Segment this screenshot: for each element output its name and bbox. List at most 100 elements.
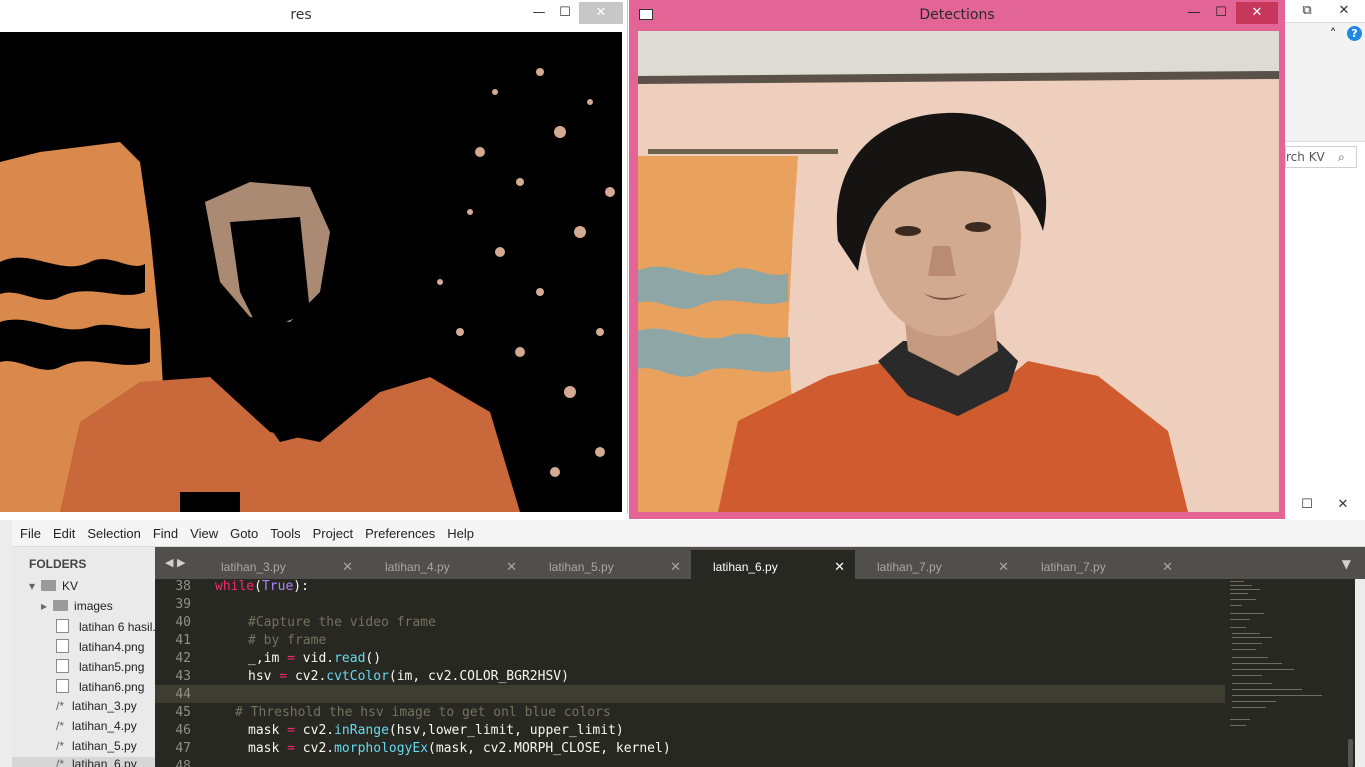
tab-latihan-6-active[interactable]: latihan_6.py ✕ [691, 550, 855, 579]
lower-maximize-button[interactable]: ☐ [1295, 494, 1319, 516]
code-text: mask [248, 723, 288, 738]
tab-latihan-4[interactable]: latihan_4.py ✕ [363, 550, 527, 579]
explorer-restore-button[interactable]: ⧉ [1297, 0, 1317, 22]
code-line-40: #Capture the video frame [248, 615, 436, 630]
code-line-45: # Threshold the hsv image to get onl blu… [235, 705, 611, 720]
res-window-title: res [290, 7, 312, 23]
line-number: 43 [175, 669, 191, 684]
python-file-icon: /* [56, 699, 65, 713]
folder-images[interactable]: ▸ images [41, 599, 113, 613]
file-item[interactable]: /* latihan_5.py [56, 739, 137, 753]
menu-file[interactable]: File [12, 520, 47, 548]
line-number: 48 [175, 759, 191, 767]
tab-nav-arrows-icon[interactable]: ◀ ▶ [165, 556, 185, 569]
tab-close-icon[interactable]: ✕ [834, 559, 845, 575]
file-label: latihan6.png [79, 680, 145, 694]
search-icon[interactable]: ⌕ [1338, 147, 1345, 167]
menu-find[interactable]: Find [147, 520, 184, 548]
code-text: vid. [294, 651, 335, 666]
file-label: latihan_6.py [72, 757, 137, 767]
res-maximize-button[interactable]: ☐ [553, 2, 577, 24]
menu-edit[interactable]: Edit [47, 520, 81, 548]
code-text: (mask, cv2.MORPH_CLOSE, kernel) [428, 741, 671, 756]
file-item[interactable]: /* latihan_3.py [56, 699, 137, 713]
file-item[interactable]: /* latihan_4.py [56, 719, 137, 733]
explorer-close-button[interactable]: ✕ [1325, 0, 1363, 22]
folders-header: FOLDERS [29, 557, 87, 571]
tab-close-icon[interactable]: ✕ [506, 559, 517, 575]
tab-label: latihan_7.py [1041, 560, 1106, 574]
file-item-selected[interactable]: /* latihan_6.py [12, 757, 155, 767]
folder-kv[interactable]: ▾ KV [29, 579, 78, 593]
tab-latihan-7-b[interactable]: latihan_7.py ✕ [1019, 550, 1183, 579]
minimap[interactable] [1228, 579, 1348, 767]
code-text: ): [293, 579, 309, 594]
file-item[interactable]: latihan6.png [56, 679, 144, 694]
tab-label: latihan_3.py [221, 560, 286, 574]
vertical-scrollbar[interactable] [1348, 739, 1353, 767]
file-label: latihan_4.py [72, 719, 137, 733]
file-label: latihan4.png [79, 640, 145, 654]
tab-label: latihan_4.py [385, 560, 450, 574]
python-file-icon: /* [56, 739, 65, 753]
menu-selection[interactable]: Selection [81, 520, 146, 548]
current-line-highlight [155, 685, 1225, 703]
res-close-button[interactable]: ✕ [579, 2, 623, 24]
tab-label: latihan_5.py [549, 560, 614, 574]
file-item[interactable]: latihan 6 hasil.p [56, 619, 155, 634]
tab-close-icon[interactable]: ✕ [670, 559, 681, 575]
sublime-text-window: File Edit Selection Find View Goto Tools Projec… [0, 520, 1365, 767]
line-number-gutter: 38 39 40 41 42 43 44 45 46 47 48 [155, 579, 209, 767]
line-number: 41 [175, 633, 191, 648]
tab-latihan-5[interactable]: latihan_5.py ✕ [527, 550, 691, 579]
tab-latihan-3[interactable]: latihan_3.py ✕ [199, 550, 363, 579]
tab-latihan-7[interactable]: latihan_7.py ✕ [855, 550, 1019, 579]
camera-video-image [638, 31, 1279, 512]
help-icon[interactable]: ? [1347, 26, 1362, 41]
line-number: 40 [175, 615, 191, 630]
res-titlebar[interactable]: res — ☐ ✕ [0, 0, 627, 31]
search-input[interactable]: rch KV ⌕ [1285, 146, 1357, 168]
code-text: () [365, 651, 382, 666]
code-line-38: while(True): [215, 579, 309, 594]
search-placeholder: rch KV [1286, 150, 1325, 164]
line-number: 38 [175, 579, 191, 594]
code-line-47: mask = cv2.morphologyEx(mask, cv2.MORPH_… [248, 741, 671, 756]
detections-video-frame [638, 31, 1279, 512]
code-text: ( [254, 579, 262, 594]
code-function: morphologyEx [334, 741, 429, 756]
code-builtin: True [261, 579, 294, 594]
lower-close-button[interactable]: ✕ [1323, 494, 1363, 516]
tab-list-dropdown-icon[interactable]: ▼ [1342, 557, 1351, 571]
folder-kv-label: KV [62, 579, 79, 593]
menu-preferences[interactable]: Preferences [359, 520, 441, 548]
line-number: 45 [175, 705, 191, 720]
code-editor[interactable]: 38 39 40 41 42 43 44 45 46 47 48 while(T… [155, 579, 1355, 767]
tab-close-icon[interactable]: ✕ [1162, 559, 1173, 575]
code-operator: = [287, 723, 295, 738]
detections-minimize-button[interactable]: — [1182, 2, 1206, 24]
file-item[interactable]: latihan4.png [56, 639, 144, 654]
code-function: read [334, 651, 366, 666]
file-label: latihan_3.py [72, 699, 137, 713]
menu-view[interactable]: View [184, 520, 224, 548]
line-number: 42 [175, 651, 191, 666]
menu-tools[interactable]: Tools [264, 520, 306, 548]
file-label: latihan_5.py [72, 739, 137, 753]
res-minimize-button[interactable]: — [527, 2, 551, 24]
detections-maximize-button[interactable]: ☐ [1209, 2, 1233, 24]
code-text: (hsv,lower_limit, upper_limit) [388, 723, 624, 738]
code-text: hsv [248, 669, 280, 684]
line-number: 44 [175, 687, 191, 702]
menu-goto[interactable]: Goto [224, 520, 264, 548]
detections-close-button[interactable]: ✕ [1236, 2, 1278, 24]
code-line-42: _,im = vid.read() [248, 651, 381, 666]
sidebar: FOLDERS ▾ KV ▸ images latihan 6 hasil.p la… [12, 547, 155, 767]
menu-help[interactable]: Help [441, 520, 480, 548]
menu-project[interactable]: Project [307, 520, 359, 548]
file-item[interactable]: latihan5.png [56, 659, 144, 674]
ribbon-collapse-icon[interactable]: ˄ [1325, 24, 1341, 46]
tab-close-icon[interactable]: ✕ [342, 559, 353, 575]
file-label: latihan5.png [79, 660, 145, 674]
tab-close-icon[interactable]: ✕ [998, 559, 1009, 575]
